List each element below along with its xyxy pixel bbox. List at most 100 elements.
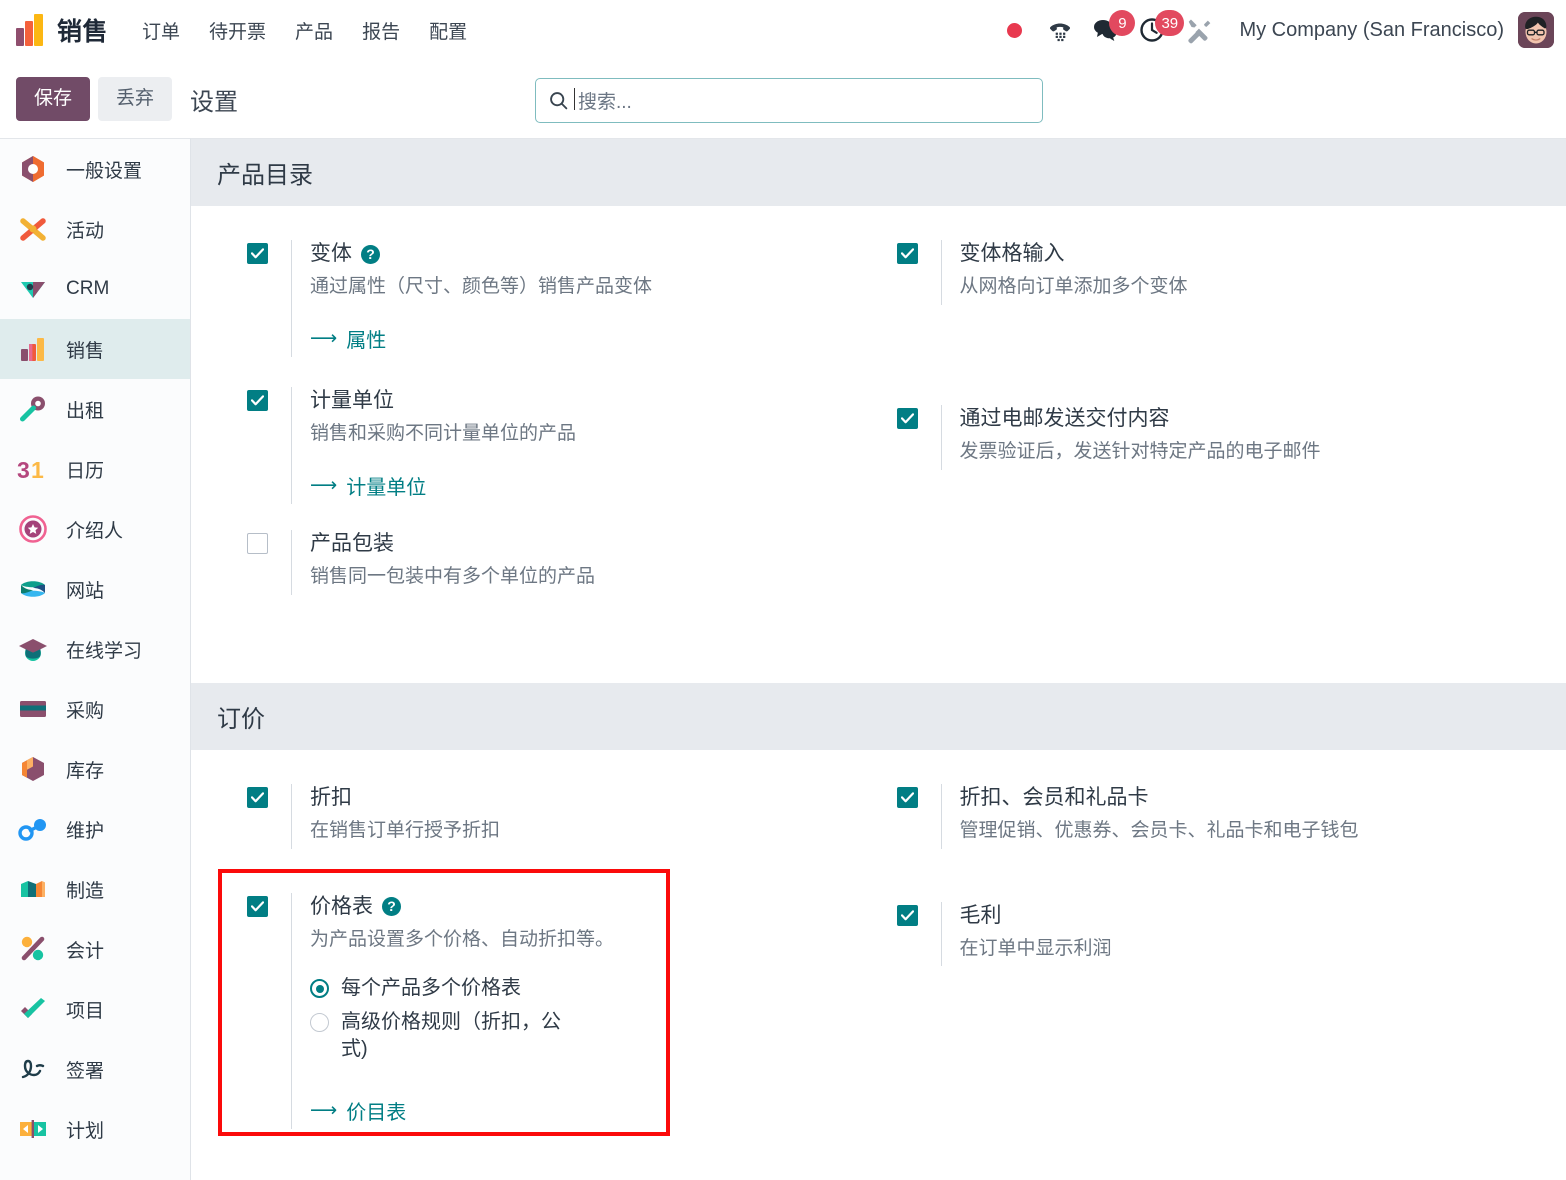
- menu-item-to-invoice[interactable]: 待开票: [197, 11, 278, 50]
- elearning-cap-icon: [17, 633, 49, 665]
- sidebar-item-label: 活动: [66, 220, 105, 242]
- radio-option-multiple-prices[interactable]: 每个产品多个价格表: [310, 975, 879, 1002]
- grid-entry-description: 从网格向订单添加多个变体: [959, 276, 1188, 298]
- pricelist-mode-radio-group: 每个产品多个价格表 高级价格规则（折扣，公式): [310, 975, 879, 1063]
- top-navbar: 销售 订单 待开票 产品 报告 配置 9 39 My Company (San …: [0, 0, 1566, 60]
- radio-multiple-prices-input[interactable]: [310, 979, 329, 999]
- menu-item-products[interactable]: 产品: [283, 11, 345, 50]
- sidebar-item-website[interactable]: 网站: [0, 559, 190, 619]
- menu-item-reporting[interactable]: 报告: [350, 11, 412, 50]
- sign-signature-icon: [17, 1053, 49, 1085]
- accounting-icon: [17, 933, 49, 965]
- pricelists-description: 为产品设置多个价格、自动折扣等。: [310, 928, 615, 950]
- coupons-description: 管理促销、优惠券、会员卡、礼品卡和电子钱包: [959, 820, 1359, 842]
- sidebar-item-crm[interactable]: CRM: [0, 259, 190, 319]
- sidebar-item-label: 介绍人: [66, 520, 124, 542]
- activities-icon[interactable]: 39: [1129, 7, 1185, 53]
- sidebar-item-label: 计划: [66, 1120, 105, 1142]
- packaging-description: 销售同一包装中有多个单位的产品: [310, 566, 596, 588]
- sidebar-item-discuss[interactable]: 活动: [0, 199, 190, 259]
- grid-entry-checkbox[interactable]: [896, 243, 918, 264]
- purchase-icon: [17, 693, 49, 725]
- grid-entry-title-row: 变体格输入: [960, 240, 1566, 268]
- product-catalog-right-column: 变体格输入 从网格向订单添加多个变体 通过电邮发送交付内容 发票验证后，发送针对…: [879, 240, 1566, 619]
- margins-title-row: 毛利: [960, 902, 1566, 930]
- page-title: 设置: [190, 88, 239, 116]
- attributes-link[interactable]: ⟶ 属性: [310, 324, 386, 353]
- help-icon[interactable]: ?: [361, 244, 380, 264]
- arrow-right-icon: ⟶: [310, 1100, 338, 1122]
- attributes-link-label: 属性: [346, 329, 387, 352]
- sidebar-item-project[interactable]: 项目: [0, 979, 190, 1039]
- pricelists-checkbox[interactable]: [247, 895, 268, 917]
- sidebar-item-manufacturing[interactable]: 制造: [0, 859, 190, 919]
- packaging-checkbox[interactable]: [247, 532, 268, 554]
- settings-sidebar: 一般设置 活动 CRM 销售 出租 3 1 日历 介绍人 网站 在线学习 采购 …: [0, 138, 191, 1180]
- inventory-box-icon: [17, 753, 49, 785]
- menu-item-configuration[interactable]: 配置: [417, 11, 479, 50]
- radio-multiple-prices-label: 每个产品多个价格表: [341, 977, 521, 1000]
- uom-description: 销售和采购不同计量单位的产品: [310, 423, 577, 445]
- menu-item-orders[interactable]: 订单: [130, 11, 192, 50]
- pricing-left-column: 折扣 在销售订单行授予折扣 价格表 ? 为产品设置多个价格、自动折扣等。 每个产…: [191, 783, 879, 1130]
- page-layout: 一般设置 活动 CRM 销售 出租 3 1 日历 介绍人 网站 在线学习 采购 …: [0, 138, 1566, 1180]
- messages-icon[interactable]: 9: [1083, 7, 1136, 53]
- save-button[interactable]: 保存: [16, 77, 91, 121]
- sidebar-item-general-settings[interactable]: 一般设置: [0, 139, 190, 199]
- sidebar-item-label: 销售: [66, 340, 105, 362]
- sidebar-item-sign[interactable]: 签署: [0, 1039, 190, 1099]
- discard-button[interactable]: 丢弃: [98, 77, 173, 121]
- variants-description: 通过属性（尺寸、颜色等）销售产品变体: [310, 276, 653, 298]
- sidebar-item-planning[interactable]: 计划: [0, 1099, 190, 1159]
- setting-email-delivery: 通过电邮发送交付内容 发票验证后，发送针对特定产品的电子邮件: [896, 404, 1566, 470]
- referral-badge-icon: [17, 513, 49, 545]
- coupons-checkbox[interactable]: [896, 786, 918, 808]
- email-delivery-checkbox[interactable]: [896, 407, 918, 429]
- radio-advanced-rules-input[interactable]: [310, 1013, 329, 1033]
- arrow-right-icon: ⟶: [310, 327, 338, 349]
- sidebar-item-referrals[interactable]: 介绍人: [0, 499, 190, 559]
- setting-pricelists: 价格表 ? 为产品设置多个价格、自动折扣等。 每个产品多个价格表 高级价格规则（…: [247, 892, 879, 1130]
- pricelists-link[interactable]: ⟶ 价目表: [310, 1096, 406, 1125]
- grid-entry-label: 变体格输入: [959, 242, 1065, 265]
- uom-content: 计量单位 销售和采购不同计量单位的产品 ⟶ 计量单位: [291, 386, 879, 504]
- sidebar-item-sales[interactable]: 销售: [0, 319, 190, 379]
- svg-text:3: 3: [17, 457, 30, 483]
- company-switcher[interactable]: My Company (San Francisco): [1239, 19, 1504, 42]
- phone-dialpad-icon[interactable]: [1037, 7, 1083, 53]
- sales-bars-icon: [17, 333, 49, 365]
- sidebar-item-calendar[interactable]: 31 日历: [0, 439, 190, 499]
- tools-wrench-icon[interactable]: [1175, 7, 1221, 53]
- margins-content: 毛利 在订单中显示利润: [940, 901, 1566, 967]
- search-placeholder-text: 搜索...: [574, 87, 632, 114]
- arrow-right-icon: ⟶: [310, 474, 338, 496]
- variants-checkbox-wrap: [247, 240, 291, 357]
- sidebar-item-inventory[interactable]: 库存: [0, 739, 190, 799]
- radio-option-advanced-rules[interactable]: 高级价格规则（折扣，公式): [310, 1009, 879, 1063]
- crm-icon: [17, 273, 49, 305]
- packaging-title-row: 产品包装: [310, 530, 879, 558]
- sidebar-item-elearning[interactable]: 在线学习: [0, 619, 190, 679]
- presence-status-icon[interactable]: [991, 7, 1037, 53]
- search-input[interactable]: 搜索...: [535, 78, 1043, 123]
- discounts-checkbox[interactable]: [247, 786, 268, 808]
- app-brand[interactable]: 销售: [16, 12, 108, 48]
- sidebar-item-rental[interactable]: 出租: [0, 379, 190, 439]
- pricelists-title-row: 价格表 ?: [310, 893, 879, 921]
- variants-label: 变体: [310, 242, 352, 265]
- margins-checkbox[interactable]: [896, 904, 918, 926]
- coupons-checkbox-wrap: [896, 784, 941, 849]
- sidebar-item-accounting[interactable]: 会计: [0, 919, 190, 979]
- uom-checkbox[interactable]: [247, 389, 268, 411]
- uom-title-row: 计量单位: [310, 387, 879, 415]
- sidebar-item-label: 签署: [66, 1060, 105, 1082]
- coupons-label: 折扣、会员和礼品卡: [959, 785, 1149, 809]
- help-icon[interactable]: ?: [382, 897, 401, 917]
- variants-title-row: 变体 ?: [310, 240, 879, 268]
- sidebar-item-maintenance[interactable]: 维护: [0, 799, 190, 859]
- sidebar-item-label: 维护: [66, 820, 105, 842]
- variants-checkbox[interactable]: [247, 243, 268, 264]
- sidebar-item-purchase[interactable]: 采购: [0, 679, 190, 739]
- user-avatar[interactable]: [1518, 12, 1554, 48]
- uom-link[interactable]: ⟶ 计量单位: [310, 471, 426, 500]
